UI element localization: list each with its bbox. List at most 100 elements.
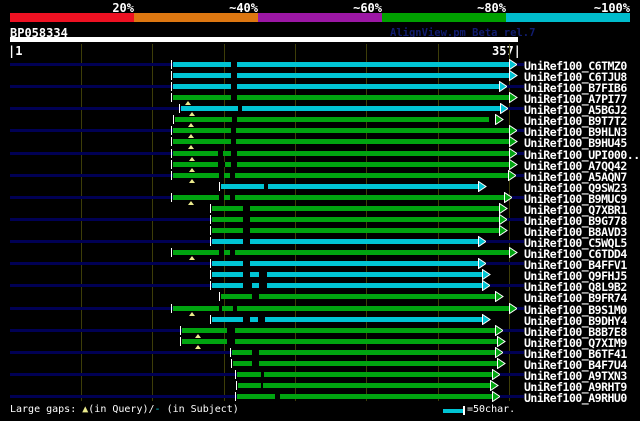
bar-start-tick [171, 60, 172, 69]
bar-arrowhead-icon [495, 291, 504, 302]
alignment-gap [219, 173, 224, 178]
alignment-gap [232, 117, 237, 122]
alignment-row: UniRef100_Q9SW23 [0, 181, 640, 195]
bar-start-tick [235, 392, 236, 401]
bar-arrowhead-icon [482, 269, 491, 280]
hit-label[interactable]: UniRef100_A9RHU0 [524, 391, 627, 405]
alignment-row: UniRef100_C6TDD4 [0, 247, 640, 261]
alignment-gap [218, 151, 223, 156]
alignment-bar[interactable] [238, 383, 490, 388]
leader-line [10, 107, 181, 110]
alignment-bar[interactable] [233, 361, 497, 366]
bar-start-tick [171, 93, 172, 102]
alignment-row: UniRef100_C6TJU8 [0, 70, 640, 84]
alignment-bar[interactable] [237, 372, 492, 377]
bar-arrowhead-icon [509, 247, 518, 258]
leader-line [10, 351, 232, 354]
alignment-bar[interactable] [181, 106, 500, 111]
alignment-row: UniRef100_B9T7T2 [0, 114, 640, 128]
leader-line-right [500, 395, 524, 398]
alignment-bar[interactable] [173, 84, 499, 89]
bar-start-tick [210, 281, 211, 290]
alignment-bar[interactable] [173, 128, 509, 133]
leader-line [10, 129, 173, 132]
alignment-gap [252, 361, 259, 366]
alignment-bar[interactable] [173, 62, 509, 67]
alignment-bar[interactable] [212, 206, 499, 211]
alignment-bar[interactable] [175, 117, 495, 122]
leader-line-right [500, 373, 524, 376]
alignment-gap [243, 261, 250, 266]
alignment-bar[interactable] [221, 184, 478, 189]
bar-start-tick [210, 259, 211, 268]
alignment-bar[interactable] [173, 306, 509, 311]
alignment-bar[interactable] [232, 350, 495, 355]
alignment-gap [243, 206, 250, 211]
bar-arrowhead-icon [509, 159, 518, 170]
alignment-row: UniRef100_A9RHU0 [0, 391, 640, 405]
bar-start-tick [230, 348, 231, 357]
alignment-gap [243, 317, 250, 322]
alignment-gap [227, 328, 235, 333]
leader-line-right [486, 240, 524, 243]
alignment-bar[interactable] [212, 217, 499, 222]
alignment-gap [243, 228, 250, 233]
leader-line-right [517, 63, 524, 66]
bar-arrowhead-icon [497, 358, 506, 369]
alignment-row: UniRef100_A7QQ42 [0, 159, 640, 173]
alignment-row: UniRef100_Q9FHJ5 [0, 269, 640, 283]
bar-start-tick [171, 126, 172, 135]
alignment-bar[interactable] [173, 95, 509, 100]
alignment-bar[interactable] [173, 73, 509, 78]
bar-start-tick [236, 381, 237, 390]
alignment-row: UniRef100_B8B7E8 [0, 325, 640, 339]
bar-start-tick [219, 182, 220, 191]
alignment-bar[interactable] [173, 139, 509, 144]
leader-line-right [503, 351, 524, 354]
leader-line [10, 218, 212, 221]
alignment-bar[interactable] [212, 317, 482, 322]
alignment-gap [231, 95, 237, 100]
alignment-gap [275, 394, 280, 399]
alignment-gap [259, 283, 267, 288]
alignment-gap [243, 283, 252, 288]
alignment-gap [227, 339, 235, 344]
leader-line [10, 152, 173, 155]
gap-legend-mid: (in Query)/ [88, 404, 155, 415]
alignment-gap [230, 195, 235, 200]
bar-start-tick [180, 337, 181, 346]
alignview-page: 20% ~40% ~60% ~80% ~100% BP058334 AlignView.… [0, 0, 640, 421]
gap-legend: Large gaps: ▲(in Query)/- (in Subject) [10, 403, 239, 417]
leader-line-right [517, 129, 524, 132]
alignment-bar[interactable] [212, 261, 478, 266]
leader-line-right [490, 284, 524, 287]
bar-arrowhead-icon [509, 92, 518, 103]
alignment-row: UniRef100_UPI000.. [0, 148, 640, 162]
alignment-gap [231, 151, 237, 156]
alignment-row: UniRef100_B4FFV1 [0, 258, 640, 272]
alignment-gap [259, 272, 267, 277]
gap-legend-suffix: (in Subject) [160, 404, 239, 415]
alignment-gap [252, 350, 259, 355]
alignment-row: UniRef100_C6TMZ0 [0, 59, 640, 73]
leader-line-right [507, 218, 524, 221]
alignment-row: UniRef100_B9G778 [0, 214, 640, 228]
alignment-bar[interactable] [212, 228, 499, 233]
alignment-bar[interactable] [212, 283, 482, 288]
bar-start-tick [173, 115, 174, 124]
leader-line-right [517, 307, 524, 310]
leader-line [10, 284, 212, 287]
alignment-bar[interactable] [221, 294, 495, 299]
bar-start-tick [231, 359, 232, 368]
bar-start-tick [171, 248, 172, 257]
alignment-gap [230, 250, 235, 255]
bar-start-tick [171, 304, 172, 313]
bar-arrowhead-icon [490, 380, 499, 391]
leader-line [10, 174, 173, 177]
alignment-bar[interactable] [212, 239, 478, 244]
alignment-row: UniRef100_A9TXN3 [0, 369, 640, 383]
alignment-bar[interactable] [212, 272, 482, 277]
alignment-gap [261, 372, 264, 377]
bar-arrowhead-icon [482, 314, 491, 325]
alignment-bar[interactable] [173, 151, 509, 156]
